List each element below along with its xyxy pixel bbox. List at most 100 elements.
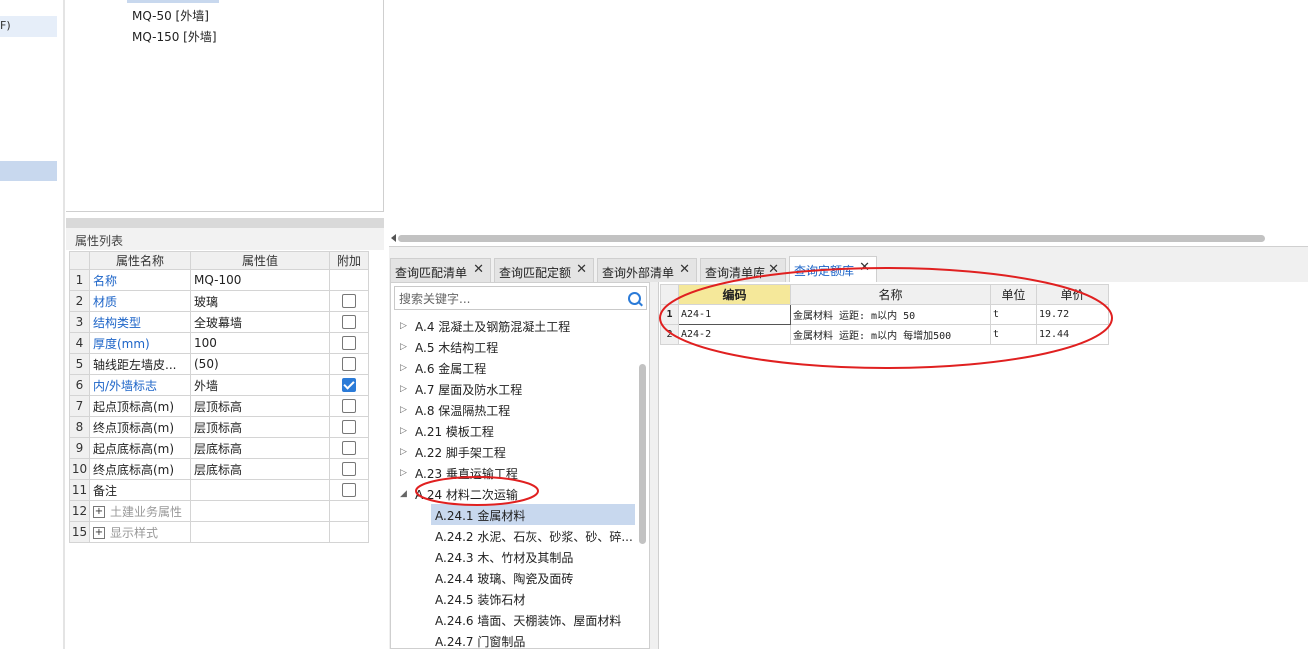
vertical-scrollbar-thumb[interactable] bbox=[639, 364, 646, 544]
expand-plus-icon[interactable]: + bbox=[93, 506, 105, 518]
property-row[interactable]: 1 名称 MQ-100 bbox=[69, 269, 369, 291]
subchapter-item[interactable]: A.24.4 玻璃、陶瓷及面砖 bbox=[435, 570, 573, 587]
result-code[interactable]: A24-2 bbox=[678, 324, 791, 345]
property-value[interactable]: 100 bbox=[190, 332, 330, 354]
property-name[interactable]: 起点底标高(m) bbox=[89, 437, 191, 459]
property-row[interactable]: 3 结构类型 全玻幕墙 bbox=[69, 311, 369, 333]
expand-arrow-icon[interactable]: ▷ bbox=[400, 405, 407, 415]
result-header-price[interactable]: 单价 bbox=[1036, 284, 1109, 305]
property-value[interactable]: 层底标高 bbox=[190, 437, 330, 459]
property-value[interactable]: 层底标高 bbox=[190, 458, 330, 480]
close-icon[interactable]: ✕ bbox=[768, 262, 779, 277]
subchapter-item[interactable]: A.24.7 门窗制品 bbox=[435, 633, 525, 650]
result-unit[interactable]: t bbox=[990, 324, 1037, 345]
property-row[interactable]: 6 内/外墙标志 外墙 bbox=[69, 374, 369, 396]
expand-arrow-icon[interactable]: ▷ bbox=[400, 321, 407, 331]
property-row[interactable]: 7 起点顶标高(m) 层顶标高 bbox=[69, 395, 369, 417]
expand-arrow-icon[interactable]: ▷ bbox=[400, 468, 407, 478]
property-name[interactable]: 终点顶标高(m) bbox=[89, 416, 191, 438]
subchapter-item[interactable]: A.24.3 木、竹材及其制品 bbox=[435, 549, 573, 566]
left-strip-highlight-item[interactable] bbox=[0, 161, 57, 181]
property-value[interactable]: 玻璃 bbox=[190, 290, 330, 312]
property-header-name[interactable]: 属性名称 bbox=[89, 251, 191, 270]
property-value[interactable] bbox=[190, 500, 330, 522]
chapter-item[interactable]: A.7 屋面及防水工程 bbox=[415, 381, 522, 398]
property-value[interactable]: MQ-100 bbox=[190, 269, 330, 291]
extra-checkbox[interactable] bbox=[342, 336, 356, 351]
expand-arrow-icon[interactable]: ▷ bbox=[400, 363, 407, 373]
chapter-item[interactable]: A.6 金属工程 bbox=[415, 360, 486, 377]
tab-4[interactable]: 查询清单库 ✕ bbox=[700, 258, 786, 282]
result-code[interactable]: A24-1 bbox=[678, 304, 791, 325]
scroll-left-arrow-icon[interactable] bbox=[391, 234, 396, 242]
property-name[interactable]: 终点底标高(m) bbox=[89, 458, 191, 480]
subchapter-item[interactable]: A.24.1 金属材料 bbox=[435, 507, 525, 524]
property-row[interactable]: 4 厚度(mm) 100 bbox=[69, 332, 369, 354]
extra-checkbox[interactable] bbox=[342, 399, 356, 414]
expand-plus-icon[interactable]: + bbox=[93, 527, 105, 539]
result-price[interactable]: 19.72 bbox=[1036, 304, 1109, 325]
result-header-unit[interactable]: 单位 bbox=[990, 284, 1037, 305]
expand-arrow-icon[interactable]: ▷ bbox=[400, 447, 407, 457]
property-row[interactable]: 15 + 显示样式 bbox=[69, 521, 369, 543]
property-row[interactable]: 5 轴线距左墙皮... (50) bbox=[69, 353, 369, 375]
close-icon[interactable]: ✕ bbox=[576, 262, 587, 277]
expand-arrow-icon[interactable]: ▷ bbox=[400, 384, 407, 394]
search-input[interactable] bbox=[397, 290, 621, 308]
chapter-item[interactable]: A.4 混凝土及钢筋混凝土工程 bbox=[415, 318, 570, 335]
subchapter-item[interactable]: A.24.6 墙面、天棚装饰、屋面材料 bbox=[435, 612, 621, 629]
property-row[interactable]: 10 终点底标高(m) 层底标高 bbox=[69, 458, 369, 480]
horizontal-scrollbar-thumb[interactable] bbox=[398, 235, 1265, 242]
expand-arrow-icon[interactable]: ▷ bbox=[400, 342, 407, 352]
chapter-item[interactable]: A.22 脚手架工程 bbox=[415, 444, 506, 461]
property-name[interactable]: 备注 bbox=[89, 479, 191, 501]
property-panel-splitter[interactable] bbox=[66, 218, 384, 228]
subchapter-item[interactable]: A.24.2 水泥、石灰、砂浆、砂、碎... bbox=[435, 528, 633, 545]
property-header-value[interactable]: 属性值 bbox=[190, 251, 330, 270]
property-name[interactable]: 内/外墙标志 bbox=[89, 374, 191, 396]
property-value[interactable]: 全玻幕墙 bbox=[190, 311, 330, 333]
tab-1[interactable]: 查询匹配清单 ✕ bbox=[390, 258, 491, 282]
result-header-name[interactable]: 名称 bbox=[790, 284, 991, 305]
extra-checkbox[interactable] bbox=[342, 483, 356, 498]
property-row[interactable]: 12 + 土建业务属性 bbox=[69, 500, 369, 522]
property-name[interactable]: 结构类型 bbox=[89, 311, 191, 333]
close-icon[interactable]: ✕ bbox=[473, 262, 484, 277]
property-name[interactable]: + 土建业务属性 bbox=[89, 500, 191, 522]
property-value[interactable] bbox=[190, 479, 330, 501]
result-name[interactable]: 金属材料 运距: m以内 50 bbox=[790, 304, 991, 325]
property-header-extra[interactable]: 附加 bbox=[329, 251, 369, 270]
extra-checkbox[interactable] bbox=[342, 357, 356, 372]
chapter-item[interactable]: A.21 模板工程 bbox=[415, 423, 494, 440]
extra-checkbox[interactable] bbox=[342, 441, 356, 456]
extra-checkbox[interactable] bbox=[342, 294, 356, 309]
chapter-item[interactable]: A.24 材料二次运输 bbox=[415, 486, 518, 503]
property-value[interactable]: (50) bbox=[190, 353, 330, 375]
tab-3[interactable]: 查询外部清单 ✕ bbox=[597, 258, 697, 282]
chapter-item[interactable]: A.5 木结构工程 bbox=[415, 339, 498, 356]
drawing-canvas[interactable] bbox=[385, 0, 1308, 246]
result-price[interactable]: 12.44 bbox=[1036, 324, 1109, 345]
property-row[interactable]: 11 备注 bbox=[69, 479, 369, 501]
property-value[interactable]: 外墙 bbox=[190, 374, 330, 396]
tree-selected-item-edge[interactable] bbox=[127, 0, 219, 3]
result-row[interactable]: 2 A24-2 金属材料 运距: m以内 每增加500 t 12.44 bbox=[660, 324, 1109, 345]
property-row[interactable]: 2 材质 玻璃 bbox=[69, 290, 369, 312]
close-icon[interactable]: ✕ bbox=[859, 260, 870, 275]
property-name[interactable]: 厚度(mm) bbox=[89, 332, 191, 354]
result-row[interactable]: 1 A24-1 金属材料 运距: m以内 50 t 19.72 bbox=[660, 304, 1109, 325]
property-name[interactable]: 材质 bbox=[89, 290, 191, 312]
result-name[interactable]: 金属材料 运距: m以内 每增加500 bbox=[790, 324, 991, 345]
result-unit[interactable]: t bbox=[990, 304, 1037, 325]
property-name[interactable]: + 显示样式 bbox=[89, 521, 191, 543]
property-value[interactable]: 层顶标高 bbox=[190, 416, 330, 438]
left-strip-selected-item[interactable]: F) bbox=[0, 16, 57, 37]
extra-checkbox[interactable] bbox=[342, 420, 356, 435]
tab-2[interactable]: 查询匹配定额 ✕ bbox=[494, 258, 594, 282]
result-header-code[interactable]: 编码 bbox=[678, 284, 791, 305]
search-box[interactable] bbox=[394, 286, 647, 310]
extra-checkbox[interactable] bbox=[342, 462, 356, 477]
extra-checkbox[interactable] bbox=[342, 378, 356, 393]
tree-item-mq-150[interactable]: MQ-150 [外墙] bbox=[132, 28, 217, 45]
chapter-item[interactable]: A.8 保温隔热工程 bbox=[415, 402, 510, 419]
